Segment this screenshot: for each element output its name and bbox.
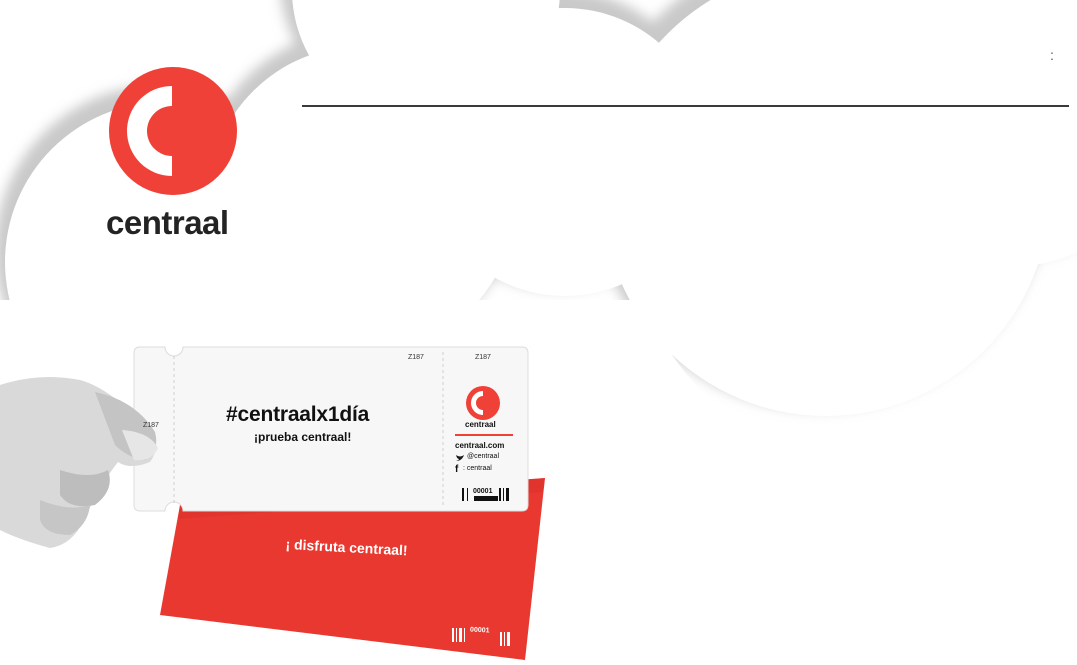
ticket-code-stub: Z187 [475,354,491,361]
ticket-serial: 00001 [473,488,493,495]
ticket-facebook-handle: : centraal [463,465,492,472]
front-ticket [133,346,529,512]
header-divider [302,105,1069,107]
logo-wordmark: centraal [106,204,229,241]
ticket-code-left: Z187 [143,422,159,429]
ticket-logo-icon [466,386,500,420]
back-ticket-serial: 00001 [469,626,490,635]
ticket-scene: f [0,346,545,660]
ticket-hashtag: #centraalx1día [226,403,370,426]
ticket-brand-name: centraal [465,420,496,429]
ticket-website: centraal.com [455,441,505,450]
ticket-code-main: Z187 [408,354,424,361]
ticket-twitter-handle: @centraal [467,453,500,460]
divider-end-mark: : [1050,47,1054,63]
ticket-subtitle: ¡prueba centraal! [254,430,352,444]
